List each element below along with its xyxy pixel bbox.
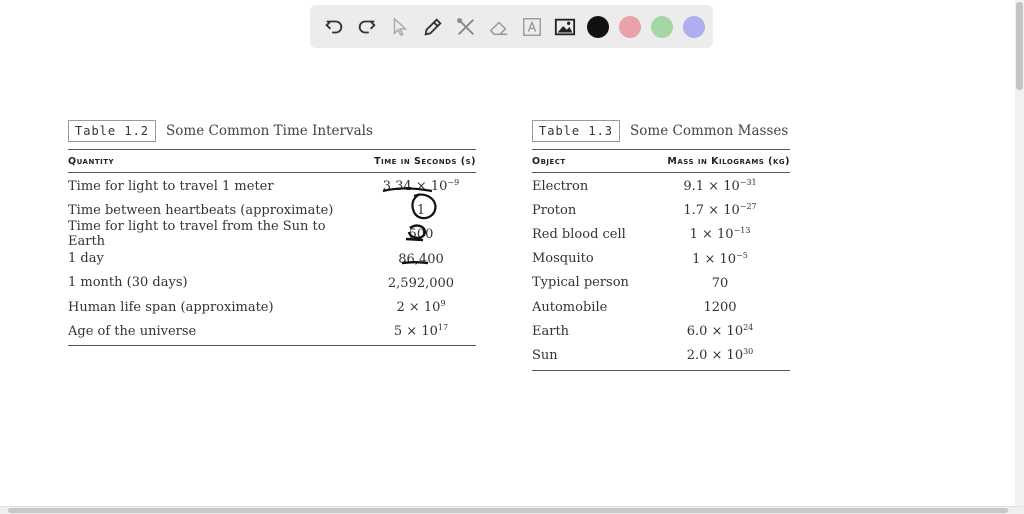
table-tag: Table 1.3	[532, 120, 621, 142]
row-value: 2 × 109	[366, 299, 476, 315]
row-label: Human life span (approximate)	[68, 299, 274, 315]
column-header-mass: Mass in Kilograms (kg)	[667, 155, 790, 167]
row-label: Mosquito	[532, 251, 594, 267]
value-mantissa: 500	[408, 227, 434, 243]
table-row: Sun 2.0 × 1030	[532, 343, 790, 367]
table-row: Proton 1.7 × 10−27	[532, 198, 790, 222]
image-icon[interactable]	[549, 11, 581, 43]
horizontal-scrollbar[interactable]	[0, 506, 1024, 514]
table-row: Typical person 70	[532, 271, 790, 295]
eraser-icon[interactable]	[483, 11, 515, 43]
table-row: Red blood cell 1 × 10−13	[532, 222, 790, 246]
column-header-time: Time in Seconds (s)	[374, 155, 476, 167]
value-mantissa: 3.34 × 10	[382, 179, 448, 195]
value-mantissa: 1 × 10	[689, 227, 734, 243]
column-headers: Quantity Time in Seconds (s)	[68, 150, 476, 172]
table-row: 1 day 86,400	[68, 247, 476, 271]
value-mantissa: 5 × 10	[393, 324, 438, 340]
row-label: Typical person	[532, 275, 629, 291]
table-tag: Table 1.2	[68, 120, 157, 142]
value-exponent: 17	[437, 323, 449, 333]
table-title: Some Common Masses	[630, 123, 789, 139]
vertical-scrollbar[interactable]	[1015, 0, 1024, 506]
value-mantissa: 1200	[703, 300, 737, 316]
table-row: 1 month (30 days) 2,592,000	[68, 271, 476, 295]
row-value: 1 × 10−13	[650, 226, 790, 242]
table-header: Table 1.3 Some Common Masses	[532, 119, 790, 143]
row-label: Time between heartbeats (approximate)	[68, 202, 334, 218]
value-mantissa: 1 × 10	[692, 251, 737, 267]
row-value: 3.34 × 10−9	[366, 178, 476, 194]
value-mantissa: 2 × 10	[396, 300, 441, 316]
row-value: 1 × 10−5	[650, 251, 790, 267]
row-label: 1 day	[68, 251, 104, 267]
pencil-icon[interactable]	[417, 11, 449, 43]
value-mantissa: 70	[711, 275, 729, 291]
table-title: Some Common Time Intervals	[166, 123, 373, 139]
row-value: 6.0 × 1024	[650, 323, 790, 339]
table-time-intervals: Table 1.2 Some Common Time Intervals Qua…	[68, 119, 476, 347]
value-exponent: 9	[440, 299, 446, 309]
row-value: 1.7 × 10−27	[650, 202, 790, 218]
table-row: Automobile 1200	[532, 295, 790, 319]
table-header: Table 1.2 Some Common Time Intervals	[68, 119, 476, 143]
table-row: Time for light to travel 1 meter 3.34 × 1…	[68, 174, 476, 198]
scrollbar-thumb[interactable]	[1016, 2, 1023, 90]
row-value: 2,592,000	[366, 275, 476, 291]
row-label: Age of the universe	[68, 323, 197, 339]
row-label: Red blood cell	[532, 226, 626, 242]
row-label: Proton	[532, 202, 577, 218]
row-label: Electron	[532, 178, 589, 194]
value-mantissa: 1	[416, 203, 426, 219]
value-mantissa: 86,400	[398, 251, 444, 267]
color-purple-swatch[interactable]	[683, 15, 705, 38]
value-exponent: −5	[736, 250, 748, 260]
table-row: Mosquito 1 × 10−5	[532, 247, 790, 271]
table-common-masses: Table 1.3 Some Common Masses Object Mass…	[532, 119, 790, 371]
color-black-swatch[interactable]	[587, 15, 609, 38]
table-row: Human life span (approximate) 2 × 109	[68, 295, 476, 319]
text-icon[interactable]	[516, 11, 548, 43]
value-exponent: −27	[739, 202, 757, 212]
row-value: 70	[650, 275, 790, 291]
value-exponent: 30	[743, 347, 754, 357]
value-mantissa: 1.7 × 10	[683, 203, 740, 219]
row-value: 86,400	[366, 251, 476, 267]
scrollbar-thumb[interactable]	[8, 508, 1008, 513]
row-label: Automobile	[532, 299, 608, 315]
row-value: 500	[366, 226, 476, 242]
row-label: Earth	[532, 323, 570, 339]
drawing-toolbar	[310, 5, 713, 48]
value-mantissa: 6.0 × 10	[686, 324, 744, 340]
value-exponent: 24	[743, 323, 754, 333]
color-pink-swatch[interactable]	[619, 15, 641, 38]
table-row: Age of the universe 5 × 1017	[68, 319, 476, 343]
row-value: 1	[366, 202, 476, 218]
row-label: Time for light to travel 1 meter	[68, 178, 274, 194]
column-headers: Object Mass in Kilograms (kg)	[532, 150, 790, 172]
column-header-object: Object	[532, 155, 566, 167]
table-row: Time for light to travel from the Sun to…	[68, 219, 476, 250]
table-row: Electron 9.1 × 10−31	[532, 174, 790, 198]
row-value: 5 × 1017	[366, 323, 476, 339]
value-mantissa: 9.1 × 10	[683, 179, 740, 195]
undo-icon[interactable]	[318, 11, 350, 43]
row-value: 9.1 × 10−31	[650, 178, 790, 194]
row-label: 1 month (30 days)	[68, 275, 188, 291]
table-row: Earth 6.0 × 1024	[532, 319, 790, 343]
value-mantissa: 2,592,000	[387, 275, 455, 291]
row-value: 2.0 × 1030	[650, 347, 790, 363]
color-green-swatch[interactable]	[651, 15, 673, 38]
tools-icon[interactable]	[450, 11, 482, 43]
value-exponent: −9	[447, 178, 460, 188]
redo-icon[interactable]	[351, 11, 383, 43]
value-exponent: −13	[733, 226, 751, 236]
value-exponent: −31	[739, 178, 757, 188]
column-header-quantity: Quantity	[68, 155, 115, 167]
pointer-icon[interactable]	[384, 11, 416, 43]
row-value: 1200	[650, 299, 790, 315]
row-label: Time for light to travel from the Sun to…	[68, 219, 326, 250]
row-label: Sun	[532, 347, 558, 363]
value-mantissa: 2.0 × 10	[686, 348, 744, 364]
